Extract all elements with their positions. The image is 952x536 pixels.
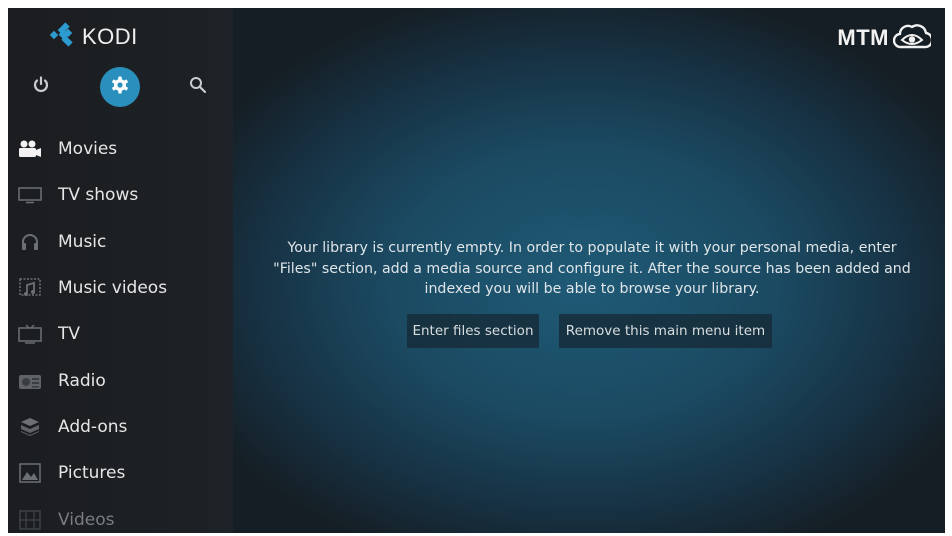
picture-icon	[18, 463, 42, 483]
sidebar-item-label: TV shows	[58, 185, 139, 206]
main-menu: Movies TV shows Music Music videos TV Ra…	[8, 126, 233, 533]
sidebar-item-label: Music	[58, 231, 107, 252]
app-name: KODI	[82, 24, 138, 49]
sidebar-item-label: Add-ons	[58, 416, 128, 437]
empty-library-message: Your library is currently empty. In orde…	[252, 238, 932, 300]
sidebar-item-tv[interactable]: TV	[8, 311, 233, 357]
sidebar-item-music[interactable]: Music	[8, 219, 233, 265]
sidebar-item-label: TV	[58, 324, 81, 345]
addons-box-icon	[18, 417, 42, 437]
tv-icon	[18, 324, 42, 345]
kodi-logo: KODI	[49, 22, 138, 52]
message-line: Your library is currently empty. In orde…	[287, 240, 897, 256]
search-icon	[189, 76, 207, 98]
top-icons-bar	[8, 67, 233, 107]
radio-icon	[18, 371, 42, 391]
settings-button[interactable]	[100, 67, 140, 107]
power-icon	[32, 76, 50, 98]
power-button[interactable]	[21, 67, 61, 107]
headphones-icon	[18, 232, 42, 252]
message-line: "Files" section, add a media source and …	[273, 260, 911, 277]
sidebar-item-radio[interactable]: Radio	[8, 357, 233, 403]
movie-camera-icon	[18, 139, 42, 159]
sidebar-item-label: Music videos	[58, 278, 168, 299]
sidebar-item-label: Radio	[58, 370, 106, 391]
sidebar-item-label: Pictures	[58, 463, 126, 484]
sidebar-item-pictures[interactable]: Pictures	[8, 450, 233, 496]
search-button[interactable]	[178, 67, 218, 107]
sidebar: KODI Movies TV shows Music Music videos …	[8, 8, 233, 533]
film-icon	[18, 509, 42, 530]
sidebar-item-label: Videos	[58, 509, 115, 530]
brand-text: MTM	[837, 25, 889, 50]
remove-menu-item-button[interactable]: Remove this main menu item	[559, 314, 772, 348]
sidebar-item-videos[interactable]: Videos	[8, 496, 233, 533]
kodi-screen: KODI Movies TV shows Music Music videos …	[8, 8, 945, 533]
message-line: indexed you will be able to browse your …	[424, 281, 760, 297]
sidebar-item-add-ons[interactable]: Add-ons	[8, 404, 233, 450]
monitor-icon	[18, 185, 42, 205]
settings-gear-icon	[110, 75, 130, 99]
cloud-eye-icon	[892, 22, 934, 54]
kodi-logo-icon	[49, 22, 76, 52]
brand-watermark: MTM	[837, 22, 934, 54]
sidebar-item-label: Movies	[58, 139, 118, 160]
sidebar-item-movies[interactable]: Movies	[8, 126, 233, 172]
music-video-icon	[18, 278, 42, 298]
enter-files-section-button[interactable]: Enter files section	[407, 314, 539, 348]
sidebar-item-tv-shows[interactable]: TV shows	[8, 172, 233, 218]
sidebar-item-music-videos[interactable]: Music videos	[8, 265, 233, 311]
